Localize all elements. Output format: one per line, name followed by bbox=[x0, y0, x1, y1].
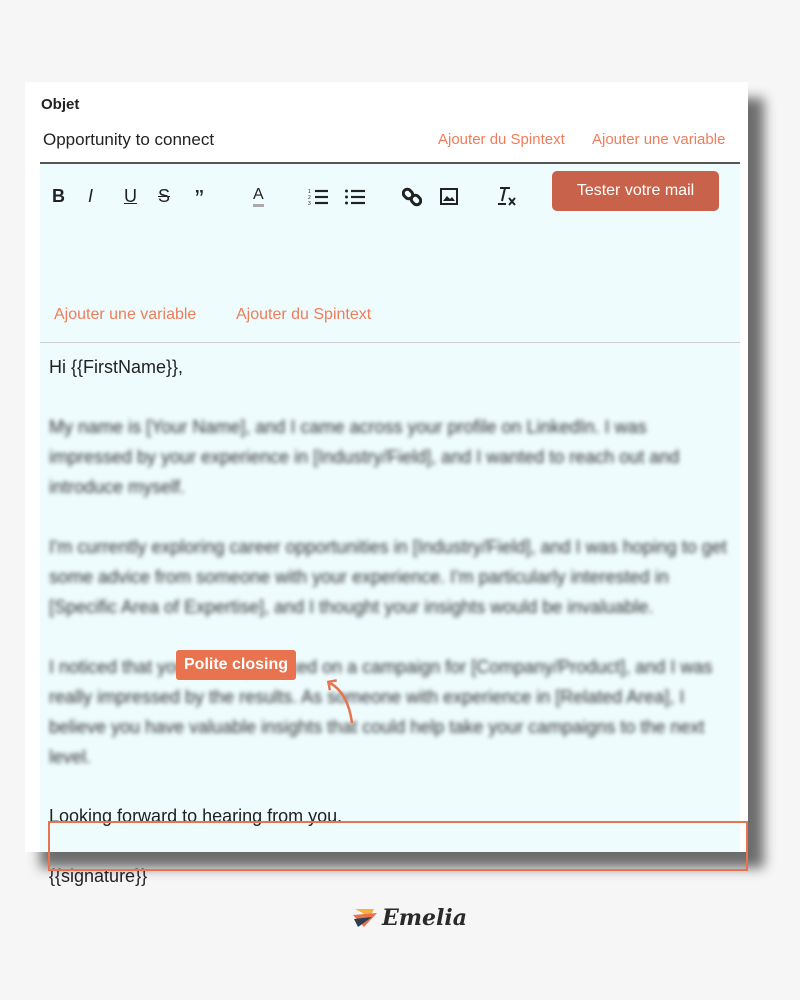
editor: B I U S ” A 123 Tester votre mail Ajoute… bbox=[40, 164, 748, 886]
closing-highlight-box bbox=[48, 821, 748, 871]
svg-text:3: 3 bbox=[308, 201, 311, 206]
paragraph-2: I'm currently exploring career opportuni… bbox=[49, 537, 727, 617]
underline-icon[interactable]: U bbox=[124, 186, 137, 207]
paragraph-1: My name is [Your Name], and I came acros… bbox=[49, 417, 680, 497]
polite-closing-callout: Polite closing bbox=[176, 650, 297, 680]
link-icon[interactable] bbox=[402, 187, 422, 207]
greeting: Hi {{FirstName}}, bbox=[49, 357, 184, 377]
text-color-icon[interactable]: A bbox=[253, 186, 264, 207]
image-icon[interactable] bbox=[440, 188, 458, 205]
logo-mark-icon bbox=[353, 909, 377, 927]
toolbar-divider bbox=[40, 342, 740, 343]
callout-arrow-icon bbox=[326, 679, 354, 724]
subject-input[interactable]: Opportunity to connect bbox=[43, 130, 214, 150]
add-spintext-link[interactable]: Ajouter du Spintext bbox=[236, 306, 371, 324]
ordered-list-icon[interactable]: 123 bbox=[308, 188, 328, 206]
email-editor-card: Objet Opportunity to connect Ajouter du … bbox=[25, 82, 748, 886]
italic-icon[interactable]: I bbox=[88, 186, 93, 207]
bold-icon[interactable]: B bbox=[52, 186, 65, 207]
email-body[interactable]: Hi {{FirstName}}, My name is [Your Name]… bbox=[49, 352, 729, 891]
brand-logo: Emelia bbox=[352, 905, 467, 931]
subject-add-spintext-link[interactable]: Ajouter du Spintext bbox=[438, 131, 565, 148]
subject-add-variable-link[interactable]: Ajouter une variable bbox=[592, 131, 725, 148]
subject-label: Objet bbox=[41, 96, 80, 113]
add-variable-link[interactable]: Ajouter une variable bbox=[54, 306, 196, 324]
clear-format-icon[interactable] bbox=[497, 186, 517, 208]
test-email-button[interactable]: Tester votre mail bbox=[552, 171, 719, 211]
strikethrough-icon[interactable]: S bbox=[158, 186, 170, 207]
paragraph-3: I noticed that you recently worked on a … bbox=[49, 657, 713, 767]
bullet-list-icon[interactable] bbox=[345, 188, 365, 206]
logo-text: Emelia bbox=[382, 905, 468, 931]
quote-icon[interactable]: ” bbox=[195, 184, 204, 215]
